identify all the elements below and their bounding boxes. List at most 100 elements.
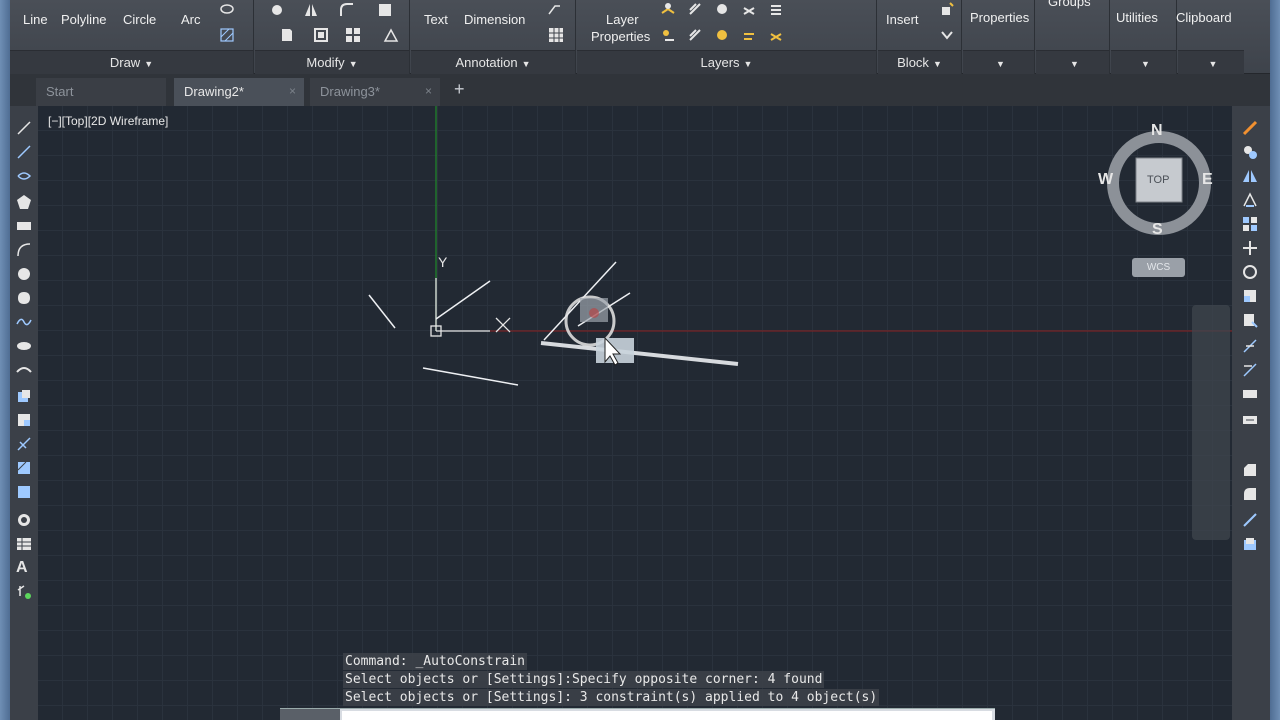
layer-unlock-icon[interactable] — [742, 28, 756, 42]
offset-icon[interactable] — [383, 27, 399, 43]
new-tab-icon[interactable]: + — [454, 80, 465, 98]
region-tool-icon[interactable] — [16, 512, 32, 528]
table-tool-icon[interactable] — [16, 536, 32, 552]
layer-freeze-icon[interactable] — [715, 2, 729, 16]
line-button[interactable]: Line — [23, 12, 48, 27]
wcs-menu[interactable]: WCS — [1132, 258, 1185, 277]
circle-button[interactable]: Circle — [123, 12, 156, 27]
mirror-icon[interactable] — [303, 2, 319, 18]
draw-group-title[interactable]: Draw ▼ — [10, 55, 253, 70]
arc-button[interactable]: Arc — [181, 12, 201, 27]
rect-array-icon[interactable] — [345, 27, 361, 43]
ellipse-icon[interactable] — [220, 2, 234, 16]
move-icon[interactable] — [269, 2, 285, 18]
array-tool-icon[interactable] — [1242, 216, 1258, 232]
table-icon[interactable] — [548, 27, 564, 43]
trim-tool-icon[interactable] — [1242, 338, 1258, 354]
properties-button[interactable]: Properties — [970, 10, 1029, 25]
ellipse-tool-icon[interactable] — [16, 338, 32, 354]
ellipse-arc-tool-icon[interactable] — [16, 362, 32, 378]
dimension-button[interactable]: Dimension — [464, 12, 525, 27]
stretch-tool-icon[interactable] — [1242, 312, 1258, 328]
break-tool-icon[interactable] — [1242, 386, 1258, 402]
viewcube-top-face[interactable]: TOP — [1147, 174, 1169, 186]
scale-tool-icon[interactable] — [1242, 288, 1258, 304]
explode-tool-icon[interactable] — [1242, 536, 1258, 552]
leader-icon[interactable] — [547, 2, 561, 16]
extend-tool-icon[interactable] — [1242, 362, 1258, 378]
layer-isolate-icon[interactable] — [688, 2, 702, 16]
drawing-canvas[interactable]: [−][Top][2D Wireframe] Y — [38, 106, 1232, 720]
add-selected-tool-icon[interactable] — [16, 584, 32, 600]
revcloud-tool-icon[interactable] — [16, 290, 32, 306]
spline-tool-icon[interactable] — [16, 314, 32, 330]
viewcube-north[interactable]: N — [1151, 122, 1163, 140]
viewcube[interactable]: N S W E TOP — [1096, 120, 1222, 246]
move-tool-icon[interactable] — [1242, 240, 1258, 256]
utilities-button[interactable]: Utilities — [1116, 10, 1158, 25]
close-icon[interactable]: × — [289, 84, 296, 98]
groups-button[interactable]: Groups — [1048, 0, 1091, 9]
mtext-tool-icon[interactable]: A — [16, 560, 32, 576]
insert-button[interactable]: Insert — [886, 12, 919, 27]
tab-drawing2[interactable]: Drawing2* × — [174, 78, 304, 106]
fillet-icon[interactable] — [339, 2, 355, 18]
polyline-button[interactable]: Polyline — [61, 12, 107, 27]
fillet-tool-icon[interactable] — [1242, 486, 1258, 502]
make-block-tool-icon[interactable] — [16, 412, 32, 428]
layer-off-icon[interactable] — [661, 2, 675, 16]
point-tool-icon[interactable] — [16, 436, 32, 452]
offset-tool-icon[interactable] — [1242, 192, 1258, 208]
hatch-tool-icon[interactable] — [16, 460, 32, 476]
array-icon[interactable] — [377, 2, 393, 18]
insert-block-tool-icon[interactable] — [16, 388, 32, 404]
scale-icon[interactable] — [313, 27, 329, 43]
viewcube-east[interactable]: E — [1202, 171, 1213, 189]
create-block-icon[interactable] — [940, 2, 954, 16]
stretch-icon[interactable] — [279, 27, 295, 43]
layer-previous-icon[interactable] — [688, 28, 702, 42]
copy-tool-icon[interactable] — [1242, 144, 1258, 160]
edit-block-icon[interactable] — [940, 28, 954, 42]
arc-tool-icon[interactable] — [16, 242, 32, 258]
construction-line-icon[interactable] — [16, 144, 32, 160]
tab-drawing3[interactable]: Drawing3* × — [310, 78, 440, 106]
layer-properties-label[interactable]: Properties — [591, 29, 650, 44]
clipboard-dropdown[interactable]: ▼ — [1178, 55, 1244, 70]
gradient-tool-icon[interactable] — [16, 484, 32, 500]
blend-tool-icon[interactable] — [1242, 512, 1258, 528]
line-tool-icon[interactable] — [16, 120, 32, 136]
circle-tool-icon[interactable] — [16, 266, 32, 282]
layer-lock-icon[interactable] — [742, 2, 756, 16]
layer-thaw-icon[interactable] — [715, 28, 729, 42]
annotation-group-title[interactable]: Annotation ▼ — [411, 55, 575, 70]
layers-group-title[interactable]: Layers ▼ — [577, 55, 876, 70]
rectangle-tool-icon[interactable] — [16, 218, 32, 234]
viewcube-south[interactable]: S — [1152, 221, 1163, 239]
erase-tool-icon[interactable] — [1242, 120, 1258, 136]
layer-properties-button[interactable]: Layer — [606, 12, 639, 27]
block-group-title[interactable]: Block ▼ — [878, 55, 961, 70]
chamfer-tool-icon[interactable] — [1242, 462, 1258, 478]
text-button[interactable]: Text — [424, 12, 448, 27]
tab-start[interactable]: Start — [36, 78, 166, 106]
layer-walk-icon[interactable] — [769, 28, 783, 42]
polygon-tool-icon[interactable] — [16, 194, 32, 210]
join-tool-icon[interactable] — [1242, 412, 1258, 428]
command-input[interactable] — [342, 711, 992, 720]
clipboard-button[interactable]: Clipboard — [1176, 10, 1232, 25]
properties-dropdown[interactable]: ▼ — [963, 55, 1034, 70]
modify-group-title[interactable]: Modify ▼ — [255, 55, 409, 70]
command-line-controls[interactable] — [280, 709, 340, 720]
layer-on-icon[interactable] — [661, 28, 675, 42]
hatch-icon[interactable] — [220, 28, 234, 42]
utilities-dropdown[interactable]: ▼ — [1111, 55, 1176, 70]
polyline-tool-icon[interactable] — [16, 168, 32, 184]
groups-dropdown[interactable]: ▼ — [1036, 55, 1109, 70]
viewcube-west[interactable]: W — [1098, 171, 1113, 189]
navigation-bar[interactable] — [1192, 305, 1230, 540]
close-icon[interactable]: × — [425, 84, 432, 98]
mirror-tool-icon[interactable] — [1242, 168, 1258, 184]
rotate-tool-icon[interactable] — [1242, 264, 1258, 280]
layer-match-icon[interactable] — [769, 2, 783, 16]
